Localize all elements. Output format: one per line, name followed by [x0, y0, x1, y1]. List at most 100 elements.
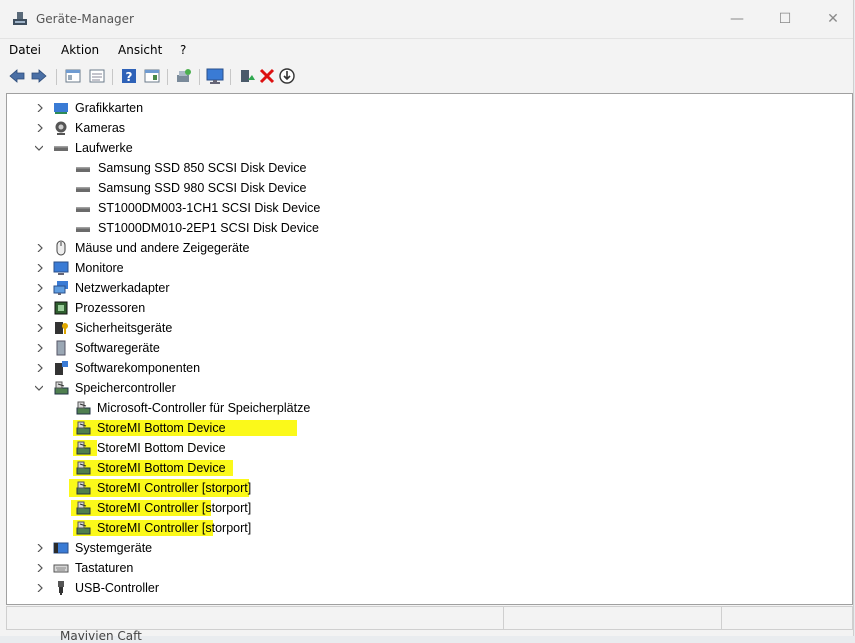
- tree-leaf-disk[interactable]: Samsung SSD 980 SCSI Disk Device: [7, 178, 852, 198]
- processor-icon: [54, 301, 68, 315]
- tree-leaf-storemi-bottom-device[interactable]: StoreMI Bottom Device: [7, 418, 852, 438]
- disk-drive-icon: [76, 167, 90, 172]
- chevron-right-icon[interactable]: [36, 364, 44, 372]
- usb-icon: [58, 581, 64, 595]
- tree-node-label: Mäuse und andere Zeigegeräte: [75, 241, 250, 255]
- tree-leaf-storemi-controller[interactable]: StoreMI Controller [storport]: [7, 498, 852, 518]
- chevron-right-icon[interactable]: [36, 344, 44, 352]
- tree-leaf-label: StoreMI Bottom Device: [97, 461, 226, 475]
- mouse-icon: [56, 240, 66, 256]
- disable-device-icon[interactable]: [278, 67, 296, 85]
- chevron-right-icon[interactable]: [36, 244, 44, 252]
- tree-leaf-label: StoreMI Controller [storport]: [97, 501, 252, 515]
- tree-node-label: Systemgeräte: [75, 541, 153, 555]
- tree-leaf-disk[interactable]: ST1000DM010-2EP1 SCSI Disk Device: [7, 218, 852, 238]
- tree-node-netzwerkadapter[interactable]: Netzwerkadapter: [7, 278, 852, 298]
- storage-controller-icon: [76, 441, 91, 455]
- chevron-right-icon[interactable]: [36, 104, 44, 112]
- menu-help[interactable]: ?: [180, 43, 186, 57]
- menu-aktion[interactable]: Aktion: [61, 43, 99, 57]
- window-title: Geräte-Manager: [36, 12, 134, 26]
- action-pane-icon[interactable]: [143, 67, 161, 85]
- tree-node-label: Softwarekomponenten: [75, 361, 201, 375]
- tree-leaf-label: StoreMI Controller [storport]: [97, 521, 252, 535]
- display-adapter-icon: [54, 103, 68, 114]
- scan-hardware-icon[interactable]: [175, 67, 193, 85]
- tree-leaf-storemi-bottom-device[interactable]: StoreMI Bottom Device: [7, 438, 852, 458]
- disk-drive-icon: [54, 146, 68, 151]
- tree-node-speichercontroller[interactable]: Speichercontroller: [7, 378, 852, 398]
- chevron-right-icon[interactable]: [36, 544, 44, 552]
- toolbar-separator: [112, 69, 113, 85]
- chevron-right-icon[interactable]: [36, 564, 44, 572]
- disk-drive-icon: [76, 207, 90, 212]
- toolbar-separator: [230, 69, 231, 85]
- monitor-icon[interactable]: [206, 67, 224, 85]
- menu-ansicht[interactable]: Ansicht: [118, 43, 162, 57]
- status-separator: [503, 607, 504, 629]
- help-icon[interactable]: ?: [120, 67, 138, 85]
- tree-node-label: Speichercontroller: [75, 381, 176, 395]
- tree-leaf-label: StoreMI Bottom Device: [97, 441, 226, 455]
- partially-visible-text: Mavivien Caft: [60, 629, 142, 643]
- chevron-right-icon[interactable]: [36, 284, 44, 292]
- tree-node-usb-controller[interactable]: USB-Controller: [7, 578, 852, 598]
- status-bar: [6, 606, 853, 630]
- chevron-right-icon[interactable]: [36, 304, 44, 312]
- update-driver-icon[interactable]: [238, 67, 256, 85]
- storage-controller-icon: [76, 501, 91, 515]
- status-separator: [721, 607, 722, 629]
- tree-leaf-label: Microsoft-Controller für Speicherplätze: [97, 401, 311, 415]
- close-button[interactable]: ✕: [818, 7, 848, 31]
- menu-datei[interactable]: Datei: [9, 43, 41, 57]
- chevron-right-icon[interactable]: [36, 584, 44, 592]
- chevron-right-icon[interactable]: [36, 124, 44, 132]
- properties-icon[interactable]: [88, 67, 106, 85]
- tree-node-systemgeraete[interactable]: Systemgeräte: [7, 538, 852, 558]
- tree-node-label: Tastaturen: [75, 561, 134, 575]
- tree-leaf-controller[interactable]: Microsoft-Controller für Speicherplätze: [7, 398, 852, 418]
- tree-node-label: Kameras: [75, 121, 126, 135]
- tree-node-softwaregeraete[interactable]: Softwaregeräte: [7, 338, 852, 358]
- storage-controller-icon: [76, 421, 91, 435]
- tree-leaf-storemi-controller[interactable]: StoreMI Controller [storport]: [7, 478, 852, 498]
- tree-leaf-label: StoreMI Controller [storport]: [97, 481, 252, 495]
- tree-node-tastaturen[interactable]: Tastaturen: [7, 558, 852, 578]
- tree-node-label: USB-Controller: [75, 581, 160, 595]
- storage-controller-icon: [54, 381, 69, 395]
- software-device-icon: [56, 340, 66, 356]
- device-manager-window: Geräte-Manager — ☐ ✕ Datei Aktion Ansich…: [0, 0, 854, 636]
- disk-drive-icon: [76, 187, 90, 192]
- disk-drive-icon: [76, 227, 90, 232]
- forward-arrow-icon[interactable]: [30, 67, 48, 85]
- tree-node-grafikkarten[interactable]: Grafikkarten: [7, 98, 852, 118]
- chevron-down-icon[interactable]: [35, 384, 43, 392]
- camera-icon: [55, 121, 67, 135]
- tree-node-laufwerke[interactable]: Laufwerke: [7, 138, 852, 158]
- tree-node-prozessoren[interactable]: Prozessoren: [7, 298, 852, 318]
- tree-leaf-label: Samsung SSD 850 SCSI Disk Device: [98, 161, 307, 175]
- chevron-right-icon[interactable]: [36, 324, 44, 332]
- tree-leaf-disk[interactable]: ST1000DM003-1CH1 SCSI Disk Device: [7, 198, 852, 218]
- tree-node-kameras[interactable]: Kameras: [7, 118, 852, 138]
- device-tree[interactable]: Grafikkarten Kameras Laufwerke Samsung S…: [6, 93, 853, 605]
- tree-node-softwarekomponenten[interactable]: Softwarekomponenten: [7, 358, 852, 378]
- tree-node-label: Softwaregeräte: [75, 341, 160, 355]
- maximize-button[interactable]: ☐: [770, 7, 800, 31]
- security-device-icon: [55, 322, 68, 334]
- show-hide-console-tree-icon[interactable]: [64, 67, 82, 85]
- tree-node-sicherheitsgeraete[interactable]: Sicherheitsgeräte: [7, 318, 852, 338]
- chevron-right-icon[interactable]: [36, 264, 44, 272]
- tree-node-maeuse[interactable]: Mäuse und andere Zeigegeräte: [7, 238, 852, 258]
- minimize-button[interactable]: —: [722, 7, 752, 31]
- tree-leaf-storemi-controller[interactable]: StoreMI Controller [storport]: [7, 518, 852, 538]
- menu-bar: Datei Aktion Ansicht ?: [0, 38, 853, 64]
- chevron-down-icon[interactable]: [35, 144, 43, 152]
- tree-node-monitore[interactable]: Monitore: [7, 258, 852, 278]
- uninstall-icon[interactable]: [258, 67, 276, 85]
- tree-leaf-disk[interactable]: Samsung SSD 850 SCSI Disk Device: [7, 158, 852, 178]
- tree-node-label: Monitore: [75, 261, 124, 275]
- tree-leaf-storemi-bottom-device[interactable]: StoreMI Bottom Device: [7, 458, 852, 478]
- back-arrow-icon[interactable]: [8, 67, 26, 85]
- toolbar-separator: [56, 69, 57, 85]
